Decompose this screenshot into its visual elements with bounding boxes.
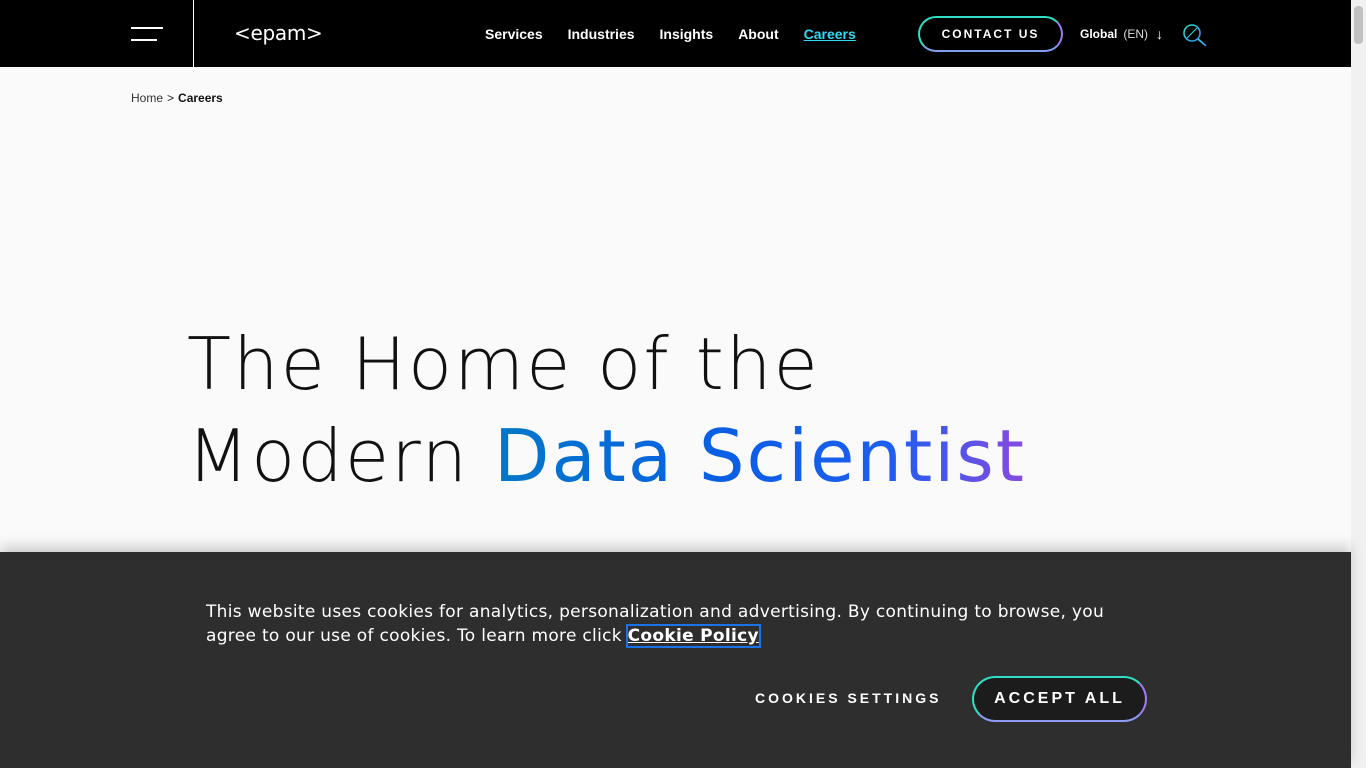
hero-line-1: The Home of the <box>187 322 820 406</box>
epam-logo[interactable]: <epam> <box>234 19 323 47</box>
region-selector[interactable]: Global (EN) ↓ <box>1080 25 1163 43</box>
main-nav: Services Industries Insights About Caree… <box>485 24 881 44</box>
arrow-down-icon: ↓ <box>1156 26 1164 42</box>
cookies-settings-button[interactable]: COOKIES SETTINGS <box>755 690 941 706</box>
hero-highlight: Data Scientist <box>494 414 1027 498</box>
accept-all-button[interactable]: ACCEPT ALL <box>972 676 1147 722</box>
header-divider <box>193 0 194 67</box>
menu-icon[interactable] <box>131 27 163 43</box>
nav-item-industries[interactable]: Industries <box>568 24 635 44</box>
search-icon[interactable] <box>1182 23 1208 47</box>
hero-line-2-plain: Modern <box>187 414 495 498</box>
breadcrumb-separator: > <box>167 91 175 105</box>
region-label: Global <box>1080 27 1118 41</box>
nav-item-about[interactable]: About <box>738 24 778 44</box>
nav-item-insights[interactable]: Insights <box>660 24 714 44</box>
breadcrumb-current: Careers <box>178 91 223 105</box>
page-title: The Home of the Modern Data Scientist <box>187 318 1026 502</box>
breadcrumb-home[interactable]: Home <box>131 91 163 105</box>
scrollbar-thumb[interactable] <box>1354 6 1363 44</box>
language-label: (EN) <box>1123 27 1149 41</box>
nav-item-careers[interactable]: Careers <box>804 24 856 44</box>
site-header: <epam> Services Industries Insights Abou… <box>0 0 1351 67</box>
hero-line-2: Modern Data Scientist <box>187 410 1026 502</box>
page-scrollbar[interactable] <box>1351 0 1366 768</box>
cookie-policy-link[interactable]: Cookie Policy <box>625 624 761 648</box>
cookie-banner: This website uses cookies for analytics,… <box>0 552 1351 768</box>
cookie-message: This website uses cookies for analytics,… <box>206 600 1156 648</box>
nav-item-services[interactable]: Services <box>485 24 543 44</box>
contact-us-button[interactable]: CONTACT US <box>918 16 1063 52</box>
breadcrumb: Home > Careers <box>131 91 223 105</box>
